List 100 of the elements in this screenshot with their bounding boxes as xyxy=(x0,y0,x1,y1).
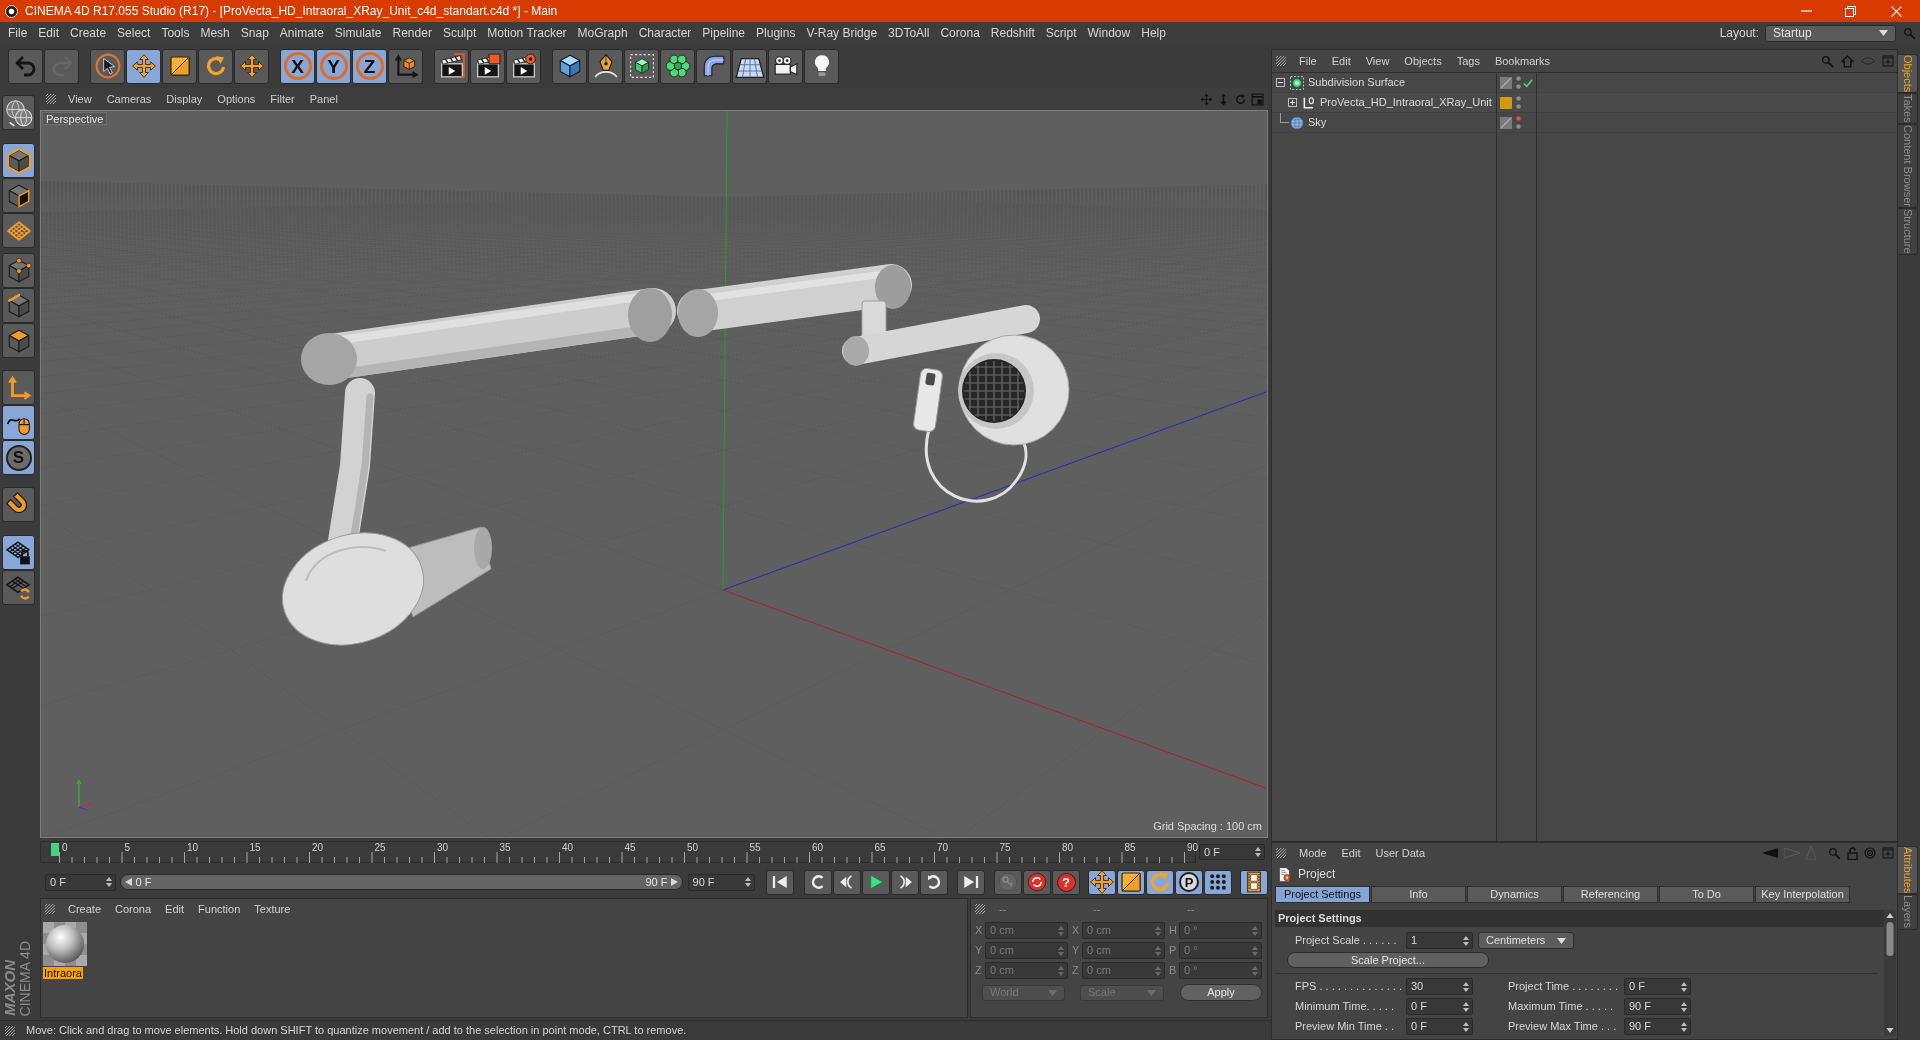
viewport-solo-button[interactable] xyxy=(2,95,35,130)
move-tool-button[interactable] xyxy=(126,48,161,84)
menu-item[interactable]: Edit xyxy=(1331,52,1351,70)
menu-item[interactable]: Help xyxy=(1141,24,1166,42)
layout-dropdown[interactable]: Startup xyxy=(1765,24,1896,42)
points-mode-button[interactable] xyxy=(2,253,35,288)
parameter-key-button[interactable]: P xyxy=(1175,869,1203,895)
menu-item[interactable]: Texture xyxy=(254,900,291,918)
coordinate-system-button[interactable] xyxy=(388,48,423,84)
menu-item[interactable]: Cameras xyxy=(106,90,152,108)
timeline-button[interactable] xyxy=(1240,869,1268,895)
pen-button[interactable] xyxy=(588,48,623,84)
menu-item[interactable]: Motion Tracker xyxy=(487,24,567,42)
tweak-mode-button[interactable] xyxy=(2,405,35,440)
menu-item[interactable]: View xyxy=(68,90,92,108)
menu-item[interactable]: Mesh xyxy=(200,24,230,42)
menu-item[interactable]: Redshift xyxy=(990,24,1035,42)
previous-key-button[interactable] xyxy=(804,869,832,895)
menu-item[interactable]: Function xyxy=(198,900,241,918)
menu-item[interactable]: Tools xyxy=(161,24,190,42)
edges-mode-button[interactable] xyxy=(2,288,35,323)
menu-item[interactable]: Snap xyxy=(240,24,269,42)
play-button[interactable] xyxy=(862,869,890,895)
menu-item[interactable]: Options xyxy=(217,90,256,108)
tab[interactable]: Referencing xyxy=(1563,886,1658,903)
unit-dropdown[interactable]: Centimeters xyxy=(1478,932,1574,949)
point-level-button[interactable] xyxy=(1204,869,1232,895)
menu-item[interactable]: 3DToAll xyxy=(888,24,930,42)
menu-item[interactable]: Display xyxy=(166,90,203,108)
workplane-lock-button[interactable] xyxy=(2,535,35,570)
layer-color-swatch[interactable] xyxy=(1500,96,1512,109)
number-field[interactable]: 0 F xyxy=(1406,998,1473,1015)
y-axis-button[interactable]: Y xyxy=(316,48,351,84)
number-field[interactable]: 0 F xyxy=(1624,978,1691,995)
current-frame-field[interactable]: 0 F xyxy=(1199,844,1265,860)
rotate-key-button[interactable] xyxy=(1146,869,1174,895)
grid-align-button[interactable] xyxy=(2,570,35,605)
number-field[interactable]: 0 F xyxy=(1406,1018,1473,1035)
menu-item[interactable]: Render xyxy=(392,24,432,42)
rotate-tool-button[interactable] xyxy=(198,48,233,84)
scale-tool-button[interactable] xyxy=(162,48,197,84)
tab[interactable]: Project Settings xyxy=(1275,886,1370,903)
scale-project-button[interactable]: Scale Project... xyxy=(1287,952,1489,968)
step-forward-button[interactable] xyxy=(891,869,919,895)
key-selection-button[interactable]: ? xyxy=(1052,869,1080,895)
subdivision-button[interactable] xyxy=(624,48,659,84)
move-key-button[interactable] xyxy=(1088,869,1116,895)
menu-item[interactable]: Create xyxy=(68,900,102,918)
menu-item[interactable]: V-Ray Bridge xyxy=(806,24,878,42)
timeline-ruler[interactable]: 0 5 10 15 20 25 30 35 40 45 50 55 60 65 70 75 80 85 90 xyxy=(40,841,1196,863)
menu-item[interactable]: File xyxy=(8,24,28,42)
texture-mode-button[interactable] xyxy=(2,178,35,213)
menu-item[interactable]: Edit xyxy=(165,900,185,918)
menu-item[interactable]: Bookmarks xyxy=(1494,52,1550,70)
menu-item[interactable]: Corona xyxy=(115,900,152,918)
menu-item[interactable]: View xyxy=(1365,52,1390,70)
menu-item[interactable]: Edit xyxy=(38,24,60,42)
step-back-button[interactable] xyxy=(833,869,861,895)
render-settings-button[interactable] xyxy=(506,48,541,84)
menu-item[interactable]: File xyxy=(1299,52,1317,70)
side-tab[interactable]: Objects xyxy=(1898,54,1918,94)
workplane-mode-button[interactable] xyxy=(2,213,35,248)
menu-item[interactable]: Plugins xyxy=(756,24,796,42)
scale-key-button[interactable] xyxy=(1117,869,1145,895)
number-field[interactable]: 90 F xyxy=(1624,998,1691,1015)
menu-item[interactable]: User Data xyxy=(1375,844,1426,862)
object-name[interactable]: Sky xyxy=(1308,114,1327,131)
undo-button[interactable] xyxy=(8,48,43,84)
cloner-button[interactable] xyxy=(660,48,695,84)
menu-item[interactable]: Edit xyxy=(1341,844,1361,862)
menu-item[interactable]: Sculpt xyxy=(442,24,477,42)
polygons-mode-button[interactable] xyxy=(2,323,35,358)
menu-item[interactable]: Filter xyxy=(270,90,295,108)
cube-button[interactable] xyxy=(552,48,587,84)
object-name[interactable]: ProVecta_HD_Intraoral_XRay_Unit xyxy=(1320,94,1492,111)
selection-tool-button[interactable] xyxy=(90,48,125,84)
menu-item[interactable]: Corona xyxy=(940,24,980,42)
material-name[interactable]: Intraora xyxy=(43,967,83,979)
snap-button[interactable]: S xyxy=(2,440,35,475)
number-field[interactable]: 90 F xyxy=(1624,1018,1691,1035)
menu-item[interactable]: MoGraph xyxy=(577,24,628,42)
menu-item[interactable]: Window xyxy=(1087,24,1131,42)
number-field[interactable]: 30 xyxy=(1406,978,1473,995)
menu-item[interactable]: Pipeline xyxy=(702,24,746,42)
floor-button[interactable] xyxy=(732,48,767,84)
menu-item[interactable]: Tags xyxy=(1456,52,1480,70)
menu-item[interactable]: Animate xyxy=(279,24,324,42)
frame-range-slider[interactable]: 0 F 90 F xyxy=(120,874,683,890)
menu-item[interactable]: Character xyxy=(638,24,692,42)
last-tool-button[interactable] xyxy=(234,48,269,84)
tab[interactable]: To Do xyxy=(1659,886,1754,903)
x-axis-button[interactable]: X xyxy=(280,48,315,84)
model-mode-button[interactable] xyxy=(2,143,35,178)
side-tab[interactable]: Attributes xyxy=(1898,846,1918,895)
tab[interactable]: Dynamics xyxy=(1467,886,1562,903)
tab[interactable]: Key Interpolation xyxy=(1755,886,1850,903)
menu-item[interactable]: Select xyxy=(117,24,151,42)
light-button[interactable] xyxy=(804,48,839,84)
material-thumbnail[interactable] xyxy=(43,922,87,966)
tab[interactable]: Info xyxy=(1371,886,1466,903)
